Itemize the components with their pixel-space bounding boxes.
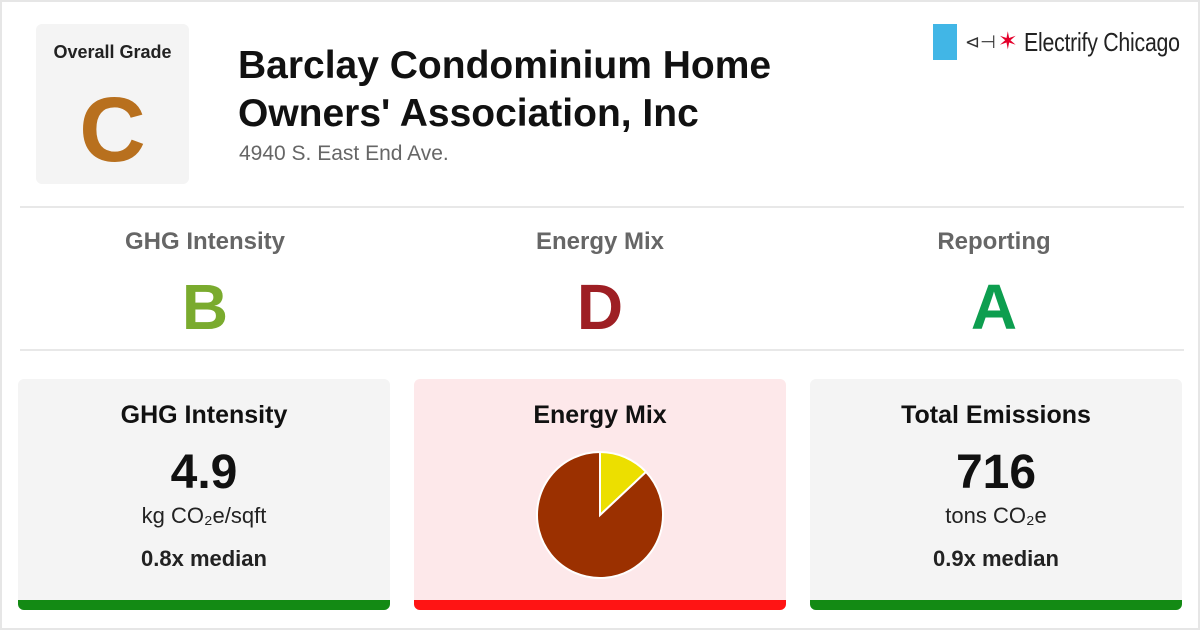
reporting-grade: Reporting A: [799, 228, 1189, 342]
ghg-intensity-median: 0.8x median: [141, 546, 267, 571]
grade-letter: B: [181, 271, 229, 343]
overall-grade-label: Overall Grade: [53, 42, 172, 62]
status-bar: [810, 600, 1182, 610]
grade-letter: A: [970, 271, 1018, 343]
overall-grade-letter: C: [79, 79, 146, 181]
grade-label: Energy Mix: [535, 228, 665, 255]
building-address: 4940 S. East End Ave.: [239, 142, 449, 165]
grade-letter: D: [576, 271, 624, 343]
divider: [20, 349, 1184, 351]
status-bar: [18, 600, 390, 610]
brand-logo[interactable]: ⊲⊣ ✶ Electrify Chicago: [933, 24, 1200, 60]
total-emissions-median: 0.9x median: [933, 546, 1059, 571]
building-name: Barclay Condominium Home Owners' Associa…: [238, 44, 772, 135]
panel-title: Total Emissions: [901, 401, 1091, 429]
total-emissions-panel: Total Emissions 716 tons CO₂e 0.9x media…: [810, 379, 1182, 610]
total-emissions-unit: tons CO₂e: [945, 503, 1047, 528]
divider: [20, 206, 1184, 208]
total-emissions-value: 716: [955, 446, 1037, 499]
overall-grade-box: Overall Grade C: [36, 24, 189, 184]
energy-mix-panel: Energy Mix: [414, 379, 786, 610]
flag-icon: [933, 24, 957, 60]
ghg-intensity-value: 4.9: [170, 446, 238, 499]
status-bar: [414, 600, 786, 610]
panel-title: Energy Mix: [533, 401, 667, 429]
ghg-intensity-panel: GHG Intensity 4.9 kg CO₂e/sqft 0.8x medi…: [18, 379, 390, 610]
energy-mix-pie-chart: [536, 450, 664, 579]
star-icon: ✶: [997, 28, 1018, 55]
plug-icon: ⊲⊣: [965, 31, 996, 52]
brand-name: Electrify Chicago: [1023, 26, 1180, 57]
panel-title: GHG Intensity: [120, 401, 288, 429]
grade-label: GHG Intensity: [124, 228, 286, 255]
grade-label: Reporting: [937, 228, 1051, 255]
building-grade-card: Overall Grade C Barclay Condominium Home…: [2, 2, 1198, 628]
energy-mix-grade: Energy Mix D: [405, 228, 795, 342]
ghg-intensity-grade: GHG Intensity B: [10, 228, 400, 342]
ghg-intensity-unit: kg CO₂e/sqft: [141, 503, 267, 528]
